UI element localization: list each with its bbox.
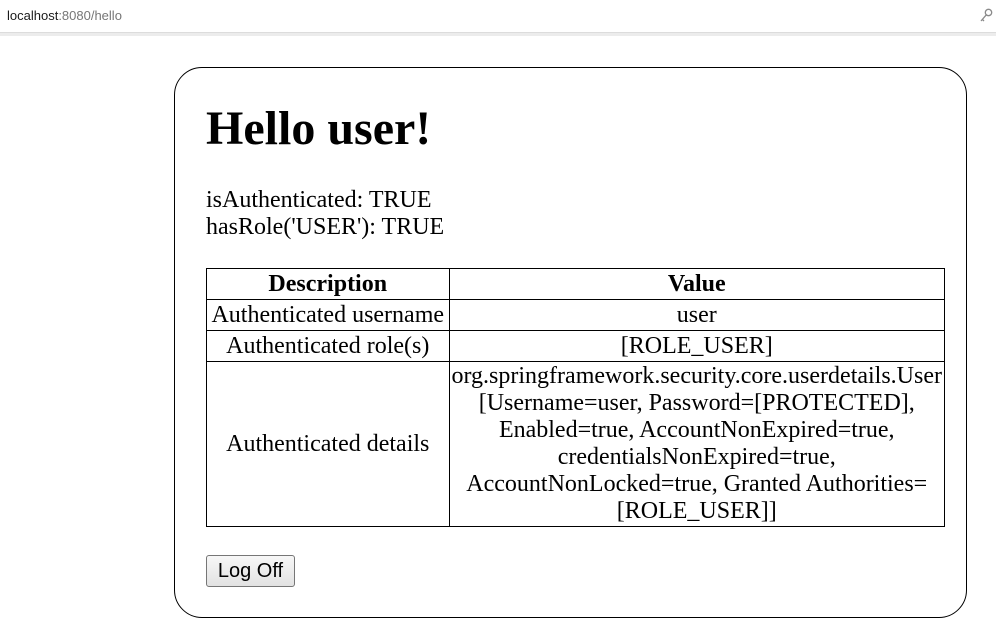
row-value: user <box>448 299 945 331</box>
url-host: localhost <box>7 8 59 23</box>
row-description: Authenticated details <box>206 361 450 527</box>
key-icon[interactable] <box>979 8 993 24</box>
table-row: Authenticated details org.springframewor… <box>206 361 945 527</box>
url-path: :8080/hello <box>58 8 122 23</box>
address-bar-divider <box>0 33 996 36</box>
row-value: org.springframework.security.core.userde… <box>448 361 945 527</box>
page-title: Hello user! <box>206 102 432 155</box>
auth-status: isAuthenticated: TRUE hasRole('USER'): T… <box>206 187 444 241</box>
address-bar[interactable]: localhost:8080/hello <box>0 0 996 33</box>
header-description: Description <box>206 268 450 300</box>
row-value: [ROLE_USER] <box>448 330 945 362</box>
log-off-button[interactable]: Log Off <box>206 555 295 587</box>
table-row: Authenticated role(s) [ROLE_USER] <box>206 330 945 362</box>
row-description: Authenticated username <box>206 299 450 331</box>
table-header-row: Description Value <box>206 268 945 300</box>
header-value: Value <box>448 268 945 300</box>
content-card: Hello user! isAuthenticated: TRUE hasRol… <box>174 67 967 618</box>
table-row: Authenticated username user <box>206 299 945 331</box>
row-description: Authenticated role(s) <box>206 330 450 362</box>
auth-details-table: Description Value Authenticated username… <box>206 268 945 527</box>
url-text[interactable]: localhost:8080/hello <box>7 8 122 24</box>
is-authenticated-text: isAuthenticated: TRUE <box>206 187 432 213</box>
has-role-text: hasRole('USER'): TRUE <box>206 214 445 240</box>
